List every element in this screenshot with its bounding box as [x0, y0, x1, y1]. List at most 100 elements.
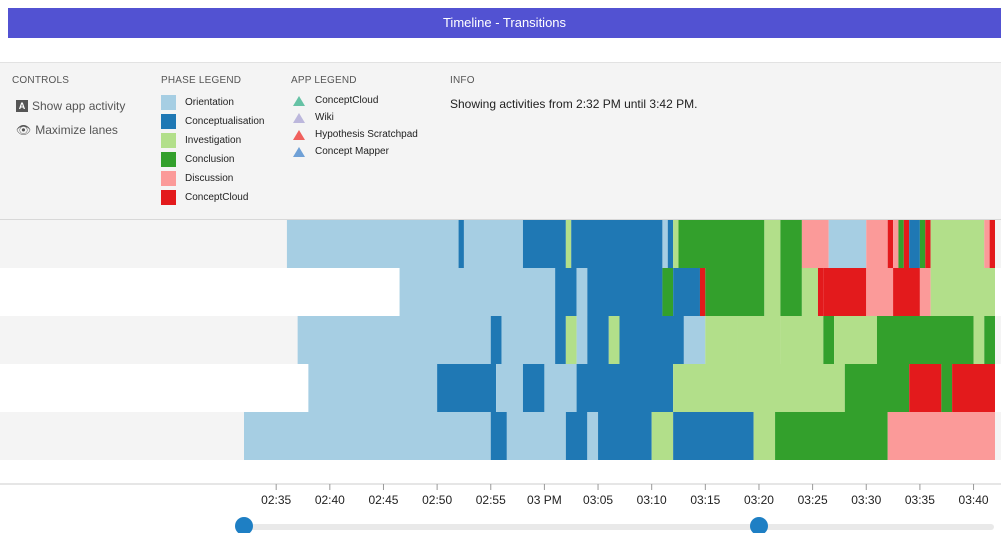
phase-segment[interactable]: [673, 268, 700, 316]
phase-segment[interactable]: [662, 268, 674, 316]
phase-segment[interactable]: [866, 268, 894, 316]
axis-tick-label: 02:55: [475, 493, 506, 507]
phase-segment[interactable]: [893, 268, 920, 316]
timeline-chart: [0, 220, 1001, 490]
phase-segment[interactable]: [587, 412, 599, 460]
phase-segment[interactable]: [973, 316, 985, 364]
lane-plot-area: [244, 460, 995, 484]
phase-segment[interactable]: [522, 220, 566, 268]
phase-segment[interactable]: [898, 220, 904, 268]
phase-segment[interactable]: [506, 412, 566, 460]
phase-segment[interactable]: [764, 220, 781, 268]
axis-tick-label: 03:25: [797, 493, 828, 507]
phase-segment[interactable]: [308, 364, 438, 412]
phase-segment[interactable]: [705, 268, 765, 316]
phase-segment[interactable]: [565, 412, 588, 460]
phase-segment[interactable]: [887, 220, 894, 268]
axis-tick-label: 03:40: [958, 493, 989, 507]
phase-segment[interactable]: [673, 220, 679, 268]
phase-segment[interactable]: [876, 316, 974, 364]
phase-segment[interactable]: [984, 316, 995, 364]
time-range-slider[interactable]: [244, 524, 994, 530]
phase-segment[interactable]: [598, 412, 652, 460]
phase-segment[interactable]: [673, 412, 754, 460]
phase-segment[interactable]: [667, 220, 674, 268]
axis-tick-label: 03:10: [636, 493, 667, 507]
phase-segment[interactable]: [941, 364, 953, 412]
phase-segment[interactable]: [699, 268, 706, 316]
phase-segment[interactable]: [678, 220, 765, 268]
axis-tick-label: 02:40: [314, 493, 345, 507]
phase-segment[interactable]: [458, 220, 464, 268]
axis-tick-label: 02:35: [261, 493, 292, 507]
phase-segment[interactable]: [817, 268, 824, 316]
phase-segment[interactable]: [576, 316, 588, 364]
phase-segment[interactable]: [801, 268, 818, 316]
phase-segment[interactable]: [683, 316, 706, 364]
axis-tick-label: 03:05: [583, 493, 614, 507]
phase-segment[interactable]: [490, 316, 502, 364]
phase-segment[interactable]: [705, 316, 738, 364]
phase-segment[interactable]: [764, 268, 781, 316]
phase-segment[interactable]: [522, 364, 545, 412]
phase-segment[interactable]: [571, 220, 663, 268]
phase-segment[interactable]: [919, 220, 926, 268]
phase-segment[interactable]: [576, 364, 674, 412]
phase-segment[interactable]: [909, 364, 942, 412]
phase-segment[interactable]: [984, 220, 990, 268]
phase-segment[interactable]: [903, 220, 910, 268]
phase-segment[interactable]: [844, 364, 910, 412]
phase-segment[interactable]: [989, 220, 995, 268]
phase-segment[interactable]: [501, 316, 556, 364]
phase-segment[interactable]: [780, 268, 802, 316]
phase-segment[interactable]: [490, 412, 507, 460]
phase-segment[interactable]: [608, 316, 620, 364]
phase-segment[interactable]: [893, 220, 899, 268]
phase-segment[interactable]: [753, 412, 776, 460]
phase-segment[interactable]: [823, 268, 867, 316]
phase-segment[interactable]: [834, 316, 877, 364]
slider-end-handle[interactable]: [749, 517, 768, 533]
phase-segment[interactable]: [544, 364, 577, 412]
phase-segment[interactable]: [919, 268, 931, 316]
axis-tick-label: 03:35: [904, 493, 935, 507]
axis-tick-label: 02:50: [422, 493, 453, 507]
phase-segment[interactable]: [673, 364, 845, 412]
phase-segment[interactable]: [909, 220, 920, 268]
phase-segment[interactable]: [565, 316, 577, 364]
phase-segment[interactable]: [780, 316, 824, 364]
phase-segment[interactable]: [925, 220, 931, 268]
phase-segment[interactable]: [555, 316, 566, 364]
phase-segment[interactable]: [828, 220, 867, 268]
phase-segment[interactable]: [244, 412, 491, 460]
phase-segment[interactable]: [587, 268, 663, 316]
phase-segment[interactable]: [437, 364, 497, 412]
phase-segment[interactable]: [463, 220, 523, 268]
axis-tick-label: 03:15: [690, 493, 721, 507]
phase-segment[interactable]: [297, 316, 491, 364]
phase-segment[interactable]: [555, 268, 577, 316]
phase-segment[interactable]: [823, 316, 835, 364]
axis-tick-label: 03 PM: [527, 493, 562, 507]
phase-segment[interactable]: [887, 412, 995, 460]
phase-segment[interactable]: [866, 220, 888, 268]
slider-start-handle[interactable]: [235, 517, 253, 533]
phase-segment[interactable]: [801, 220, 829, 268]
phase-segment[interactable]: [775, 412, 888, 460]
axis-tick-label: 03:20: [743, 493, 774, 507]
phase-segment[interactable]: [587, 316, 609, 364]
phase-segment[interactable]: [619, 316, 684, 364]
phase-segment[interactable]: [780, 220, 802, 268]
phase-segment[interactable]: [496, 364, 523, 412]
phase-segment[interactable]: [952, 364, 995, 412]
phase-segment[interactable]: [930, 268, 995, 316]
phase-segment[interactable]: [565, 220, 572, 268]
axis-tick-label: 02:45: [368, 493, 399, 507]
phase-segment[interactable]: [286, 220, 459, 268]
phase-segment[interactable]: [576, 268, 588, 316]
phase-segment[interactable]: [662, 220, 668, 268]
phase-segment[interactable]: [930, 220, 985, 268]
phase-segment[interactable]: [737, 316, 781, 364]
phase-segment[interactable]: [651, 412, 674, 460]
phase-segment[interactable]: [399, 268, 556, 316]
